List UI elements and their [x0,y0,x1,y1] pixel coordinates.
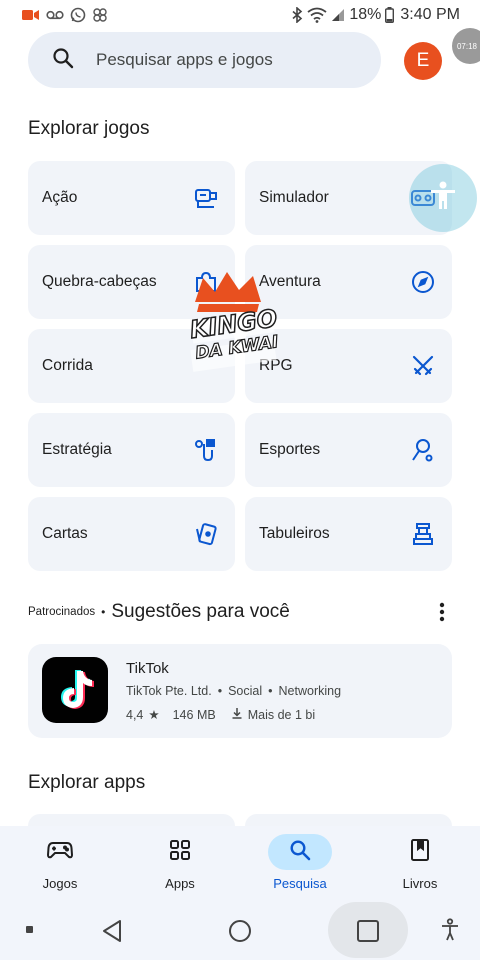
category-label: RPG [259,357,293,374]
download-icon [231,707,243,722]
voicemail-icon [46,9,64,21]
more-options-icon[interactable] [432,598,452,626]
app-size: 146 MB [172,707,216,722]
search-input[interactable]: Pesquisar apps e jogos [96,50,273,70]
nav-item-books[interactable]: Livros [360,826,480,900]
sports-icon [408,435,438,465]
category-card-puzzle[interactable]: Quebra-cabeças [28,245,235,319]
apps-grid-icon [169,839,191,866]
nav-label: Pesquisa [273,876,327,891]
nav-item-search[interactable]: Pesquisa [240,826,360,900]
action-game-icon [191,183,221,213]
app-rating: 4,4 [126,707,144,722]
category-label: Tabuleiros [259,525,330,542]
small-dot-indicator [26,926,33,933]
whatsapp-icon [70,7,86,23]
category-card-adventure[interactable]: Aventura [245,245,452,319]
nav-pill-active [268,834,332,870]
category-card-racing[interactable]: Corrida [28,329,235,403]
home-icon[interactable] [227,918,253,949]
battery-icon [385,7,395,23]
category-label: Corrida [42,357,93,374]
swords-icon [408,351,438,381]
book-icon [410,838,430,867]
search-bar[interactable]: Pesquisar apps e jogos [28,32,381,88]
bottom-navigation: Jogos Apps Pesquisa Livros [0,826,480,900]
category-label: Ação [42,189,78,206]
accessibility-icon[interactable] [440,918,460,947]
nav-label: Livros [402,876,438,891]
accessibility-icon [425,178,461,219]
nav-pill [148,834,212,870]
app-meta: TikTok Pte. Ltd. • Social • Networking [126,684,341,698]
battery-percent: 18% [349,6,382,23]
suggestions-header: Patrocinados • Sugestões para você [28,598,452,626]
nav-pill [28,834,92,870]
category-label: Cartas [42,525,88,542]
compass-icon [408,267,438,297]
separator-dot: • [101,605,106,619]
tiktok-app-icon [42,657,108,723]
search-icon [52,47,74,74]
cards-icon [191,519,221,549]
gamepad-icon [46,840,74,865]
category-label: Estratégia [42,441,112,458]
app-name: TikTok [126,660,169,677]
category-card-action[interactable]: Ação [28,161,235,235]
app-card-tiktok[interactable]: TikTok TikTok Pte. Ltd. • Social • Netwo… [28,644,452,738]
app-downloads: Mais de 1 bi [247,707,316,722]
category-card-board[interactable]: Tabuleiros [245,497,452,571]
category-card-rpg[interactable]: RPG [245,329,452,403]
strategy-icon [191,435,221,465]
category-label: Quebra-cabeças [42,273,157,290]
section-title-explore-games: Explorar jogos [28,118,150,139]
separator-dot: • [217,684,223,698]
floating-timer-bubble[interactable]: 07:18 [452,28,480,64]
app-developer: TikTok Pte. Ltd. [126,684,212,698]
system-navigation-bar [0,900,480,960]
app-category: Social [228,684,263,698]
nav-label: Apps [165,876,195,891]
avatar[interactable]: E [404,42,442,80]
nav-item-apps[interactable]: Apps [120,826,240,900]
puzzle-icon [191,267,221,297]
app-stats: 4,4 ★ 146 MB Mais de 1 bi [126,707,316,723]
wifi-icon [307,7,327,23]
section-title-explore-apps: Explorar apps [28,772,146,793]
status-bar: 18% 3:40 PM [0,0,480,30]
category-label: Aventura [259,273,321,290]
nav-label: Jogos [42,876,78,891]
board-game-icon [408,519,438,549]
gallery-icon [92,7,108,23]
clock: 3:40 PM [400,6,460,23]
video-record-icon [22,8,40,22]
category-card-strategy[interactable]: Estratégia [28,413,235,487]
back-icon[interactable] [100,918,126,949]
category-card-cards[interactable]: Cartas [28,497,235,571]
recents-icon[interactable] [355,918,381,949]
accessibility-floating-button[interactable] [409,164,477,232]
nav-item-games[interactable]: Jogos [0,826,120,900]
app-subcategory: Networking [278,684,342,698]
star-icon: ★ [148,708,160,722]
nav-pill [388,834,452,870]
sponsored-label: Patrocinados [28,606,96,618]
bluetooth-icon [291,7,303,23]
category-label: Esportes [259,441,321,458]
separator-dot: • [268,684,273,698]
signal-icon [331,8,345,22]
category-label: Simulador [259,189,329,206]
category-card-sports[interactable]: Esportes [245,413,452,487]
search-icon [289,839,311,866]
section-title-suggestions: Sugestões para você [111,601,290,622]
